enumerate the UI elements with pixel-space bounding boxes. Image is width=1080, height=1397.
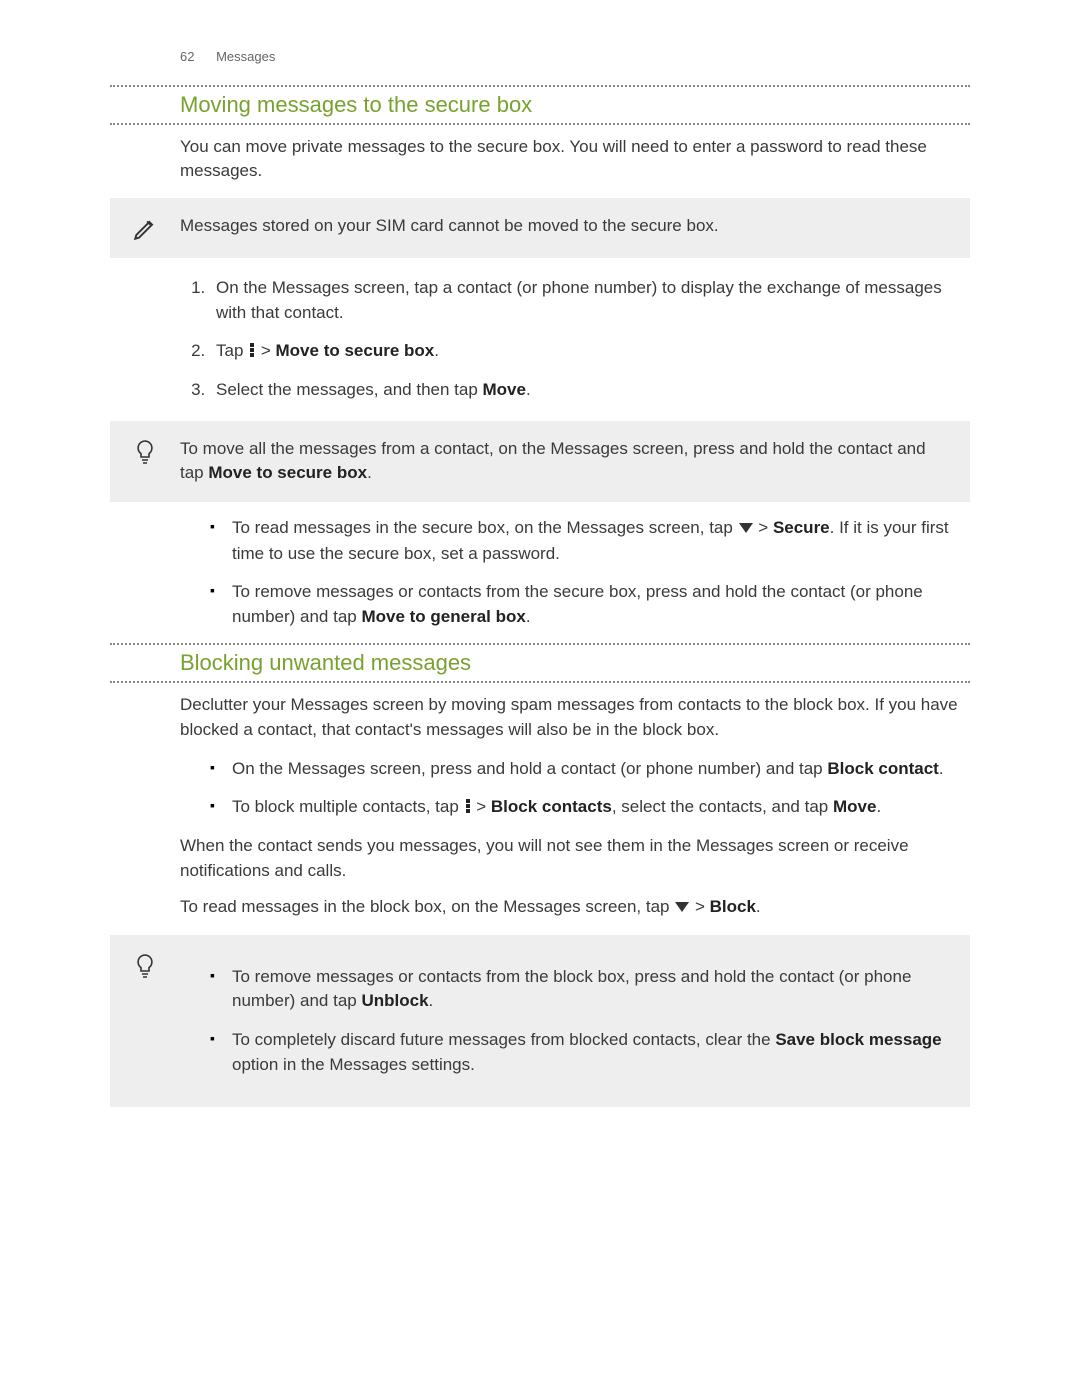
bullet-item: To completely discard future messages fr… — [210, 1028, 950, 1077]
tip-box: To remove messages or contacts from the … — [110, 935, 970, 1108]
step-3: Select the messages, and then tap Move. — [210, 378, 970, 403]
page: 62 Messages Moving messages to the secur… — [0, 0, 1080, 1397]
bullet-item: On the Messages screen, press and hold a… — [210, 757, 970, 782]
tip-box: To move all the messages from a contact,… — [110, 421, 970, 502]
dropdown-triangle-icon — [674, 896, 690, 921]
tip-text: To remove messages or contacts from the … — [180, 951, 950, 1092]
divider — [110, 123, 970, 125]
divider — [110, 643, 970, 645]
overflow-menu-icon — [248, 342, 256, 358]
page-number: 62 — [180, 49, 194, 64]
overflow-menu-icon — [464, 798, 472, 814]
numbered-steps: On the Messages screen, tap a contact (o… — [180, 276, 970, 403]
lightbulb-icon — [110, 437, 180, 467]
bullet-list: To read messages in the secure box, on t… — [180, 516, 970, 630]
lightbulb-icon — [110, 951, 180, 981]
step-1: On the Messages screen, tap a contact (o… — [210, 276, 970, 325]
tip-text: To move all the messages from a contact,… — [180, 437, 950, 486]
bullet-item: To block multiple contacts, tap > Block … — [210, 795, 970, 820]
body-paragraph: To read messages in the block box, on th… — [110, 895, 970, 921]
section-title-secure-box: Moving messages to the secure box — [110, 89, 970, 121]
body-paragraph: When the contact sends you messages, you… — [110, 834, 970, 883]
note-text: Messages stored on your SIM card cannot … — [180, 214, 950, 239]
dropdown-triangle-icon — [738, 517, 754, 542]
section-title-blocking: Blocking unwanted messages — [110, 647, 970, 679]
note-box: Messages stored on your SIM card cannot … — [110, 198, 970, 258]
step-2: Tap > Move to secure box. — [210, 339, 970, 364]
bullet-item: To read messages in the secure box, on t… — [210, 516, 970, 566]
content-column: 62 Messages Moving messages to the secur… — [110, 48, 970, 1107]
intro-paragraph: You can move private messages to the sec… — [110, 135, 970, 184]
bullet-item: To remove messages or contacts from the … — [210, 580, 970, 629]
divider — [110, 681, 970, 683]
intro-paragraph: Declutter your Messages screen by moving… — [110, 693, 970, 742]
bullet-list: To remove messages or contacts from the … — [180, 965, 950, 1078]
header-section: Messages — [216, 49, 275, 64]
bullet-list: On the Messages screen, press and hold a… — [180, 757, 970, 820]
pencil-icon — [110, 214, 180, 242]
page-header: 62 Messages — [110, 48, 970, 67]
divider — [110, 85, 970, 87]
bullet-item: To remove messages or contacts from the … — [210, 965, 950, 1014]
